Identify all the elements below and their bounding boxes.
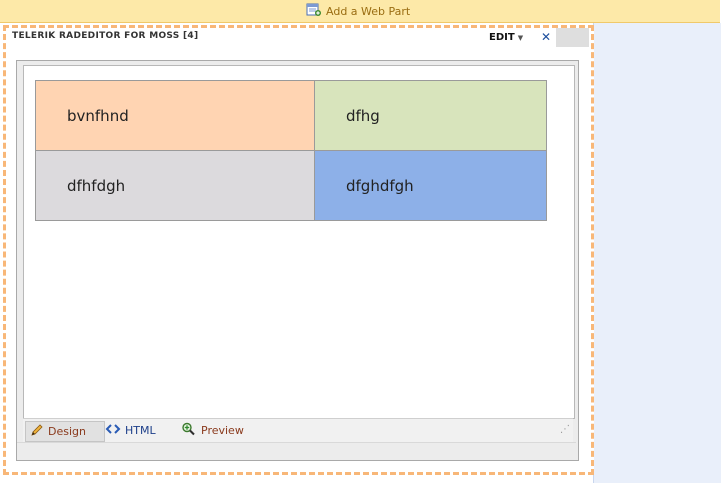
add-web-part-label: Add a Web Part: [326, 4, 411, 18]
web-part-title: TELERIK RADEDITOR FOR MOSS [4]: [12, 31, 199, 41]
editor-status-strip: [17, 442, 576, 459]
edit-menu-label: EDIT: [489, 32, 515, 43]
edit-menu[interactable]: EDIT ▼: [489, 32, 523, 43]
table-cell[interactable]: dfghdfgh: [314, 150, 547, 221]
table-row: dfhfdgh dfghdfgh: [35, 150, 547, 221]
pencil-icon: [30, 423, 44, 440]
web-part-chrome-box: [556, 28, 589, 47]
preview-mode-button[interactable]: Preview: [177, 421, 248, 440]
design-mode-label: Design: [48, 425, 86, 438]
preview-mode-label: Preview: [201, 424, 244, 437]
table-row: bvnfhnd dfhg: [35, 80, 547, 151]
content-table[interactable]: bvnfhnd dfhg dfhfdgh dfghdfgh: [35, 80, 547, 221]
table-cell[interactable]: dfhg: [314, 80, 547, 151]
close-icon[interactable]: ✕: [541, 30, 551, 44]
design-mode-button[interactable]: Design: [25, 421, 105, 442]
add-web-part-bar: Add a Web Part: [0, 0, 720, 23]
html-mode-button[interactable]: HTML: [101, 421, 160, 440]
add-web-part-link[interactable]: Add a Web Part: [306, 3, 410, 19]
add-web-part-icon: [306, 3, 322, 20]
table-cell[interactable]: bvnfhnd: [35, 80, 315, 151]
code-brackets-icon: [105, 422, 121, 439]
editor-mode-bar: Design HTML Preview: [23, 418, 573, 442]
magnifier-plus-icon: [181, 422, 197, 439]
html-mode-label: HTML: [125, 424, 156, 437]
right-panel: [593, 23, 721, 483]
resize-grip-icon[interactable]: ⋰: [560, 425, 570, 435]
table-cell[interactable]: dfhfdgh: [35, 150, 315, 221]
dropdown-arrow-icon: ▼: [517, 33, 524, 42]
